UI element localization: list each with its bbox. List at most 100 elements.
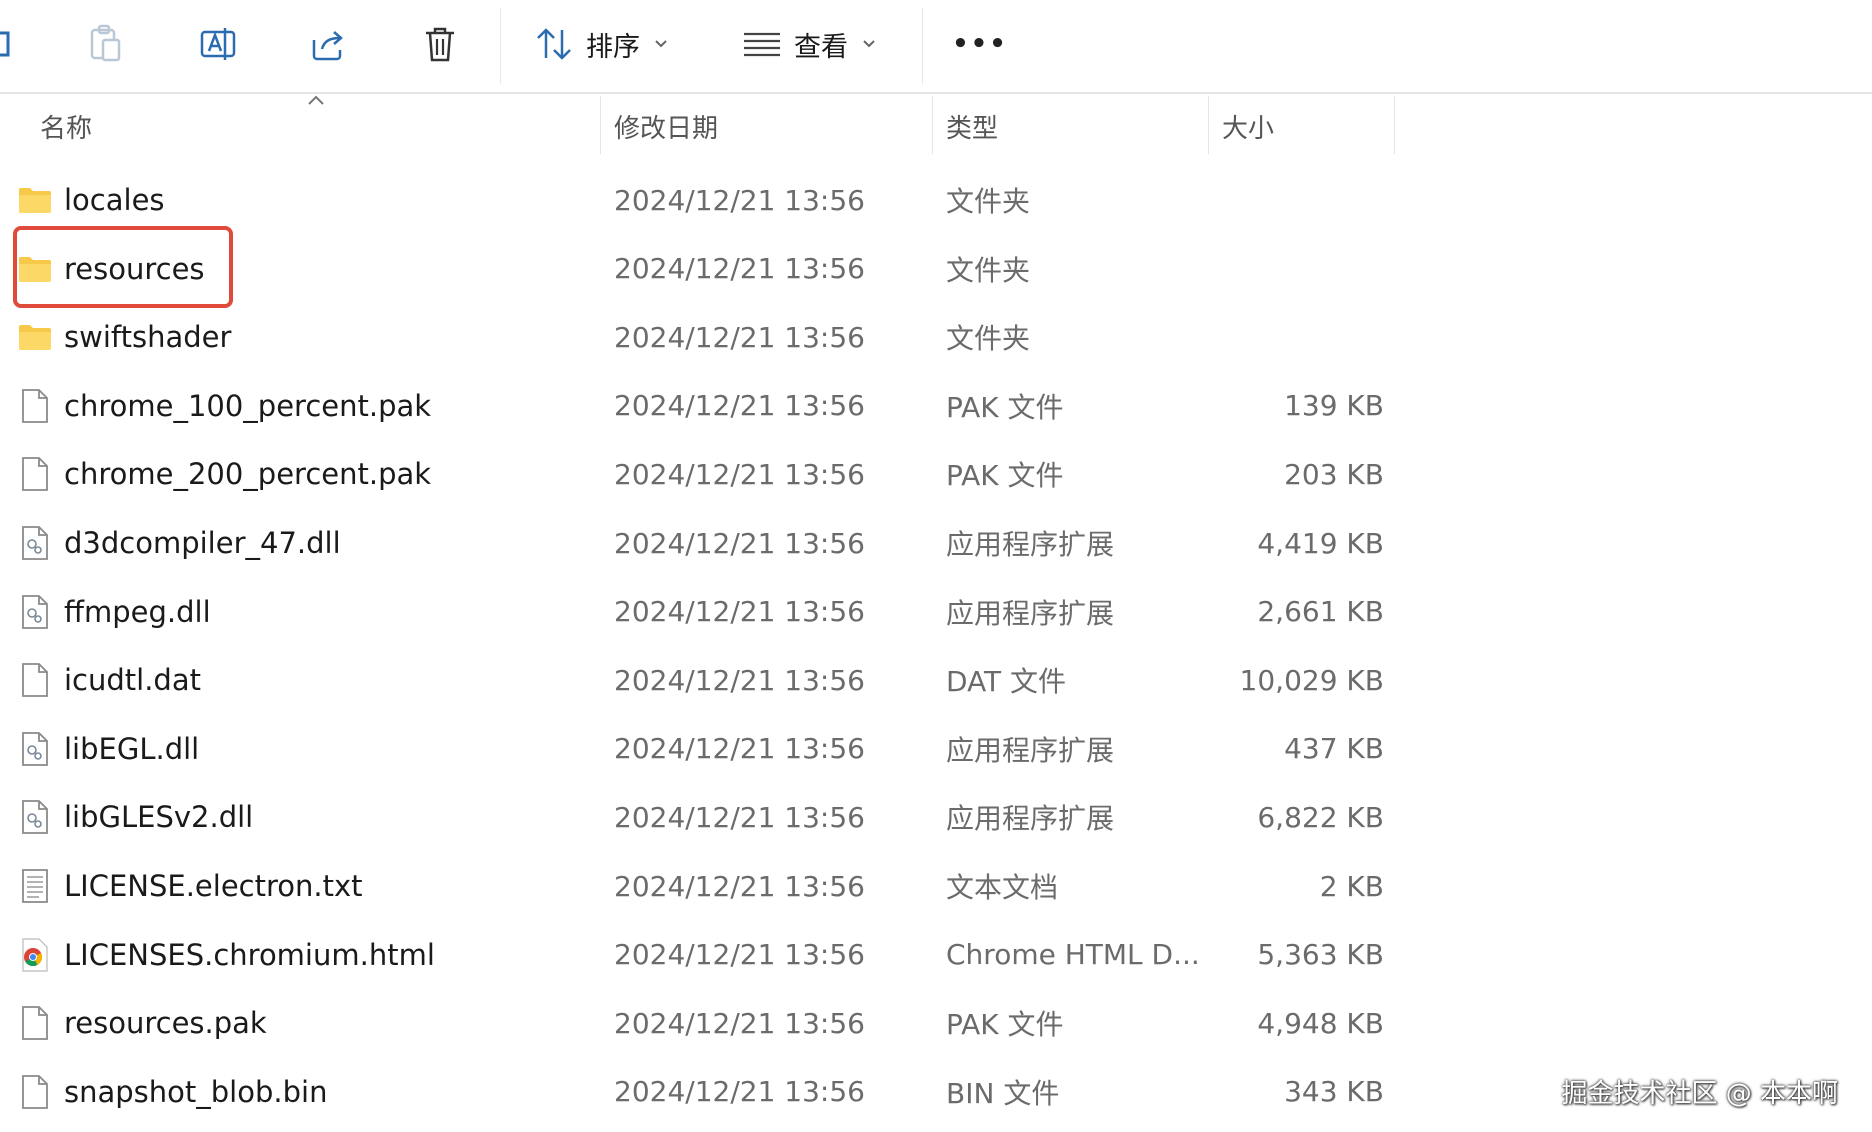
rename-icon[interactable] — [190, 14, 246, 74]
folder-icon — [18, 319, 52, 355]
file-modified-date: 2024/12/21 13:56 — [614, 526, 865, 560]
file-type: 文件夹 — [946, 185, 1031, 218]
file-type: PAK 文件 — [946, 390, 1064, 424]
view-label: 查看 — [794, 31, 848, 63]
file-type: PAK 文件 — [946, 459, 1064, 493]
more-options-button[interactable]: ••• — [948, 14, 1012, 74]
dll-icon — [18, 594, 52, 630]
file-size: 10,029 KB — [1239, 663, 1384, 697]
file-icon — [18, 1074, 52, 1110]
file-name: chrome_100_percent.pak — [64, 388, 432, 423]
file-size: 437 KB — [1284, 732, 1384, 766]
file-name-cell[interactable]: libGLESv2.dll — [18, 783, 253, 851]
file-row[interactable]: LICENSE.electron.txt 2024/12/21 13:56 文本文档… — [0, 852, 1400, 920]
file-name: LICENSES.chromium.html — [64, 937, 435, 972]
file-name-cell[interactable]: locales — [18, 166, 165, 234]
column-divider[interactable] — [932, 96, 933, 154]
file-type: BIN 文件 — [946, 1076, 1060, 1110]
file-name-cell[interactable]: snapshot_blob.bin — [18, 1058, 327, 1126]
column-divider[interactable] — [600, 96, 601, 154]
file-size: 4,948 KB — [1257, 1006, 1384, 1040]
folder-icon — [18, 182, 52, 218]
view-list-icon — [742, 29, 782, 59]
file-size — [1144, 166, 1384, 234]
file-name: ffmpeg.dll — [64, 594, 211, 629]
file-row[interactable]: resources.pak 2024/12/21 13:56 PAK 文件 4,948… — [0, 989, 1400, 1057]
file-name: snapshot_blob.bin — [64, 1074, 328, 1109]
file-modified-date: 2024/12/21 13:56 — [614, 320, 865, 354]
file-row[interactable]: d3dcompiler_47.dll 2024/12/21 13:56 应用程序扩展… — [0, 509, 1400, 577]
file-row[interactable]: chrome_200_percent.pak 2024/12/21 13:56 PA… — [0, 440, 1400, 508]
file-name-cell[interactable]: icudtl.dat — [18, 646, 201, 714]
paste-icon[interactable] — [78, 14, 134, 74]
file-name-cell[interactable]: libEGL.dll — [18, 715, 199, 783]
share-icon[interactable] — [300, 14, 356, 74]
file-icon — [18, 456, 52, 492]
file-modified-date: 2024/12/21 13:56 — [614, 389, 865, 423]
file-modified-date: 2024/12/21 13:56 — [614, 1006, 865, 1040]
watermark: 掘金技术社区 @ 本本啊 — [1561, 1079, 1838, 1109]
file-type: 文件夹 — [946, 253, 1031, 287]
file-modified-date: 2024/12/21 13:56 — [614, 938, 865, 972]
file-name-cell[interactable]: resources.pak — [18, 989, 267, 1057]
column-header-size[interactable]: 大小 — [1222, 94, 1382, 158]
cut-icon[interactable] — [0, 14, 18, 74]
dll-icon — [18, 799, 52, 835]
file-name: d3dcompiler_47.dll — [64, 526, 341, 560]
file-name-cell[interactable]: chrome_200_percent.pak — [18, 440, 431, 508]
file-row[interactable]: ffmpeg.dll 2024/12/21 13:56 应用程序扩展 2,661 KB — [0, 578, 1400, 646]
column-header-modified[interactable]: 修改日期 — [614, 94, 934, 158]
file-name-cell[interactable]: ffmpeg.dll — [18, 578, 211, 646]
file-type: PAK 文件 — [946, 1008, 1064, 1042]
file-type: DAT 文件 — [946, 665, 1067, 699]
column-divider[interactable] — [1208, 96, 1209, 154]
file-row[interactable]: chrome_100_percent.pak 2024/12/21 13:56 PA… — [0, 372, 1400, 440]
file-name: swiftshader — [64, 320, 232, 355]
file-modified-date: 2024/12/21 13:56 — [614, 869, 865, 903]
file-modified-date: 2024/12/21 13:56 — [614, 252, 865, 286]
sort-button[interactable]: 排序 — [534, 14, 668, 74]
file-name-cell[interactable]: swiftshader — [18, 303, 231, 371]
file-row[interactable]: snapshot_blob.bin 2024/12/21 13:56 BIN 文件 3… — [0, 1058, 1400, 1126]
column-header-type[interactable]: 类型 — [946, 94, 1206, 158]
file-size: 139 KB — [1284, 389, 1384, 423]
file-modified-date: 2024/12/21 13:56 — [614, 183, 865, 217]
file-type: 应用程序扩展 — [946, 733, 1115, 767]
file-row[interactable]: LICENSES.chromium.html 2024/12/21 13:56 Ch… — [0, 921, 1400, 989]
file-type: 应用程序扩展 — [946, 802, 1115, 836]
highlight-annotation — [13, 226, 233, 308]
file-name-cell[interactable]: chrome_100_percent.pak — [18, 372, 431, 440]
file-icon — [18, 1005, 52, 1041]
sort-ascending-icon — [306, 92, 326, 111]
sort-icon — [534, 26, 574, 62]
toolbar-divider — [922, 8, 923, 84]
file-size: 343 KB — [1284, 1075, 1384, 1109]
file-type: 文本文档 — [946, 871, 1059, 904]
file-name-cell[interactable]: LICENSE.electron.txt — [18, 852, 363, 920]
file-name: libGLESv2.dll — [64, 800, 254, 835]
chrome-html-icon — [18, 937, 52, 973]
file-row[interactable]: icudtl.dat 2024/12/21 13:56 DAT 文件 10,029 K… — [0, 646, 1400, 714]
file-modified-date: 2024/12/21 13:56 — [614, 595, 865, 629]
file-name: icudtl.dat — [64, 663, 201, 698]
command-bar: 排序 查看 ••• — [0, 0, 1872, 94]
delete-icon[interactable] — [412, 14, 468, 74]
file-name: chrome_200_percent.pak — [64, 457, 432, 492]
file-row[interactable]: libGLESv2.dll 2024/12/21 13:56 应用程序扩展 6,822… — [0, 783, 1400, 851]
file-row[interactable]: libEGL.dll 2024/12/21 13:56 应用程序扩展 437 KB — [0, 715, 1400, 783]
file-modified-date: 2024/12/21 13:56 — [614, 732, 865, 766]
file-row[interactable]: locales 2024/12/21 13:56 文件夹 — [0, 166, 1400, 234]
file-name-cell[interactable]: LICENSES.chromium.html — [18, 921, 435, 989]
file-name-cell[interactable]: d3dcompiler_47.dll — [18, 509, 341, 577]
file-type: 应用程序扩展 — [946, 596, 1115, 630]
file-modified-date: 2024/12/21 13:56 — [614, 457, 865, 491]
file-size: 2 KB — [1319, 869, 1384, 903]
view-button[interactable]: 查看 — [742, 14, 876, 74]
sort-label: 排序 — [586, 31, 640, 63]
file-icon — [18, 388, 52, 424]
file-modified-date: 2024/12/21 13:56 — [614, 1075, 865, 1109]
file-size: 2,661 KB — [1257, 595, 1384, 629]
file-modified-date: 2024/12/21 13:56 — [614, 800, 865, 834]
column-divider[interactable] — [1394, 96, 1395, 154]
file-row[interactable]: swiftshader 2024/12/21 13:56 文件夹 — [0, 303, 1400, 371]
